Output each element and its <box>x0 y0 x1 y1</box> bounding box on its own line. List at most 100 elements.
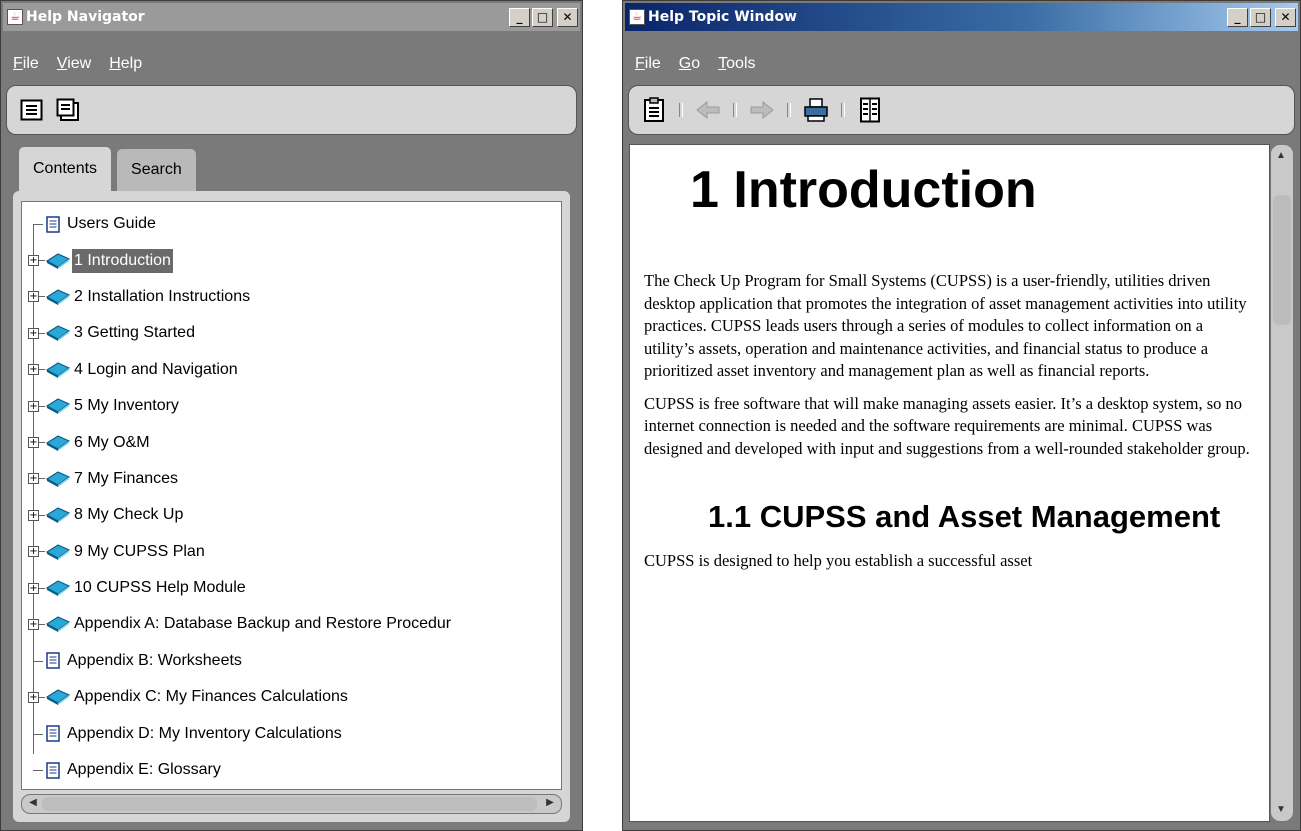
expand-node-icon[interactable]: + <box>28 364 39 376</box>
tree-item[interactable]: Appendix B: Worksheets <box>22 643 561 679</box>
tree-item[interactable]: Appendix D: My Inventory Calculations <box>22 715 561 751</box>
tree-item[interactable]: +5 My Inventory <box>22 388 561 424</box>
tree-item[interactable]: +1 Introduction <box>22 242 561 278</box>
tree-item[interactable]: + Appendix C: My Finances Calculations <box>22 679 561 715</box>
tree-item-label: 4 Login and Navigation <box>74 360 238 378</box>
maximize-button[interactable]: □ <box>1250 7 1271 27</box>
tree-item-label: 7 My Finances <box>74 469 179 487</box>
tree-connector <box>33 770 43 772</box>
tree-connector <box>33 660 43 662</box>
tree-item-label: Users Guide <box>67 215 156 233</box>
tree-item-label: 8 My Check Up <box>74 506 184 524</box>
tree-item-label: Appendix E: Glossary <box>67 761 221 779</box>
tree-item-label: Appendix B: Worksheets <box>67 651 242 669</box>
scroll-right-icon[interactable]: ▶ <box>542 796 558 810</box>
expand-node-icon[interactable]: + <box>28 327 39 339</box>
navigator-menubar: File View Help <box>3 51 580 77</box>
tree-item-label: 9 My CUPSS Plan <box>74 542 205 560</box>
book-icon <box>45 361 71 379</box>
navigator-toolbar <box>6 85 577 135</box>
menu-go[interactable]: Go <box>679 55 700 73</box>
tree-connector <box>33 733 43 735</box>
help-topic-window: ☕ Help Topic Window _ □ ✕ File Go Tools <box>622 0 1301 831</box>
topic-content: 1 Introduction The Check Up Program for … <box>629 144 1270 822</box>
horizontal-scroll-thumb[interactable] <box>42 797 537 811</box>
page-setup-icon[interactable] <box>857 97 883 123</box>
java-app-icon: ☕ <box>7 9 23 25</box>
back-arrow-icon[interactable] <box>695 97 721 123</box>
show-navigator-icon[interactable] <box>641 97 667 123</box>
hide-navigator-icon[interactable] <box>19 97 45 123</box>
tree-item[interactable]: +6 My O&M <box>22 424 561 460</box>
expand-node-icon[interactable]: + <box>28 255 39 267</box>
tree-item[interactable]: +7 My Finances <box>22 461 561 497</box>
expand-node-icon[interactable]: + <box>28 473 39 485</box>
book-icon <box>45 506 71 524</box>
menu-file[interactable]: File <box>635 55 661 73</box>
book-icon <box>45 397 71 415</box>
book-icon <box>45 324 71 342</box>
tree-item-label: 6 My O&M <box>74 433 150 451</box>
toolbar-separator <box>679 103 683 117</box>
book-icon <box>45 252 71 270</box>
menu-tools[interactable]: Tools <box>718 55 755 73</box>
expand-node-icon[interactable]: + <box>28 618 39 630</box>
toolbar-separator <box>841 103 845 117</box>
tree-item-label: 5 My Inventory <box>74 397 179 415</box>
close-button[interactable]: ✕ <box>557 7 578 27</box>
tree-item[interactable]: +9 My CUPSS Plan <box>22 534 561 570</box>
print-icon[interactable] <box>803 97 829 123</box>
page-icon <box>46 652 60 670</box>
maximize-button[interactable]: □ <box>532 7 553 27</box>
tree-item[interactable]: +4 Login and Navigation <box>22 352 561 388</box>
navigator-title: Help Navigator <box>26 9 145 25</box>
tree-connector <box>33 224 43 226</box>
tree-item[interactable]: +3 Getting Started <box>22 315 561 351</box>
page-icon <box>46 761 60 779</box>
tab-contents[interactable]: Contents <box>19 147 112 191</box>
book-icon <box>45 470 71 488</box>
expand-node-icon[interactable]: + <box>28 291 39 303</box>
tree-item[interactable]: +8 My Check Up <box>22 497 561 533</box>
tree-item[interactable]: + Appendix A: Database Backup and Restore… <box>22 606 561 642</box>
tree-item[interactable]: +10 CUPSS Help Module <box>22 570 561 606</box>
tree-item[interactable]: Users Guide <box>22 206 561 242</box>
forward-arrow-icon[interactable] <box>749 97 775 123</box>
expand-node-icon[interactable]: + <box>28 691 39 703</box>
book-icon <box>45 288 71 306</box>
topic-title: Help Topic Window <box>648 9 797 25</box>
scroll-down-icon[interactable]: ▼ <box>1273 802 1289 818</box>
navigator-titlebar[interactable]: ☕ Help Navigator _ □ ✕ <box>3 3 580 31</box>
show-topic-window-icon[interactable] <box>55 97 81 123</box>
expand-node-icon[interactable]: + <box>28 437 39 449</box>
topic-paragraph: CUPSS is free software that will make ma… <box>644 393 1250 458</box>
tab-search[interactable]: Search <box>117 149 196 191</box>
topic-toolbar <box>628 85 1295 135</box>
topic-menubar: File Go Tools <box>625 51 1298 77</box>
scroll-left-icon[interactable]: ◀ <box>25 796 41 810</box>
contents-panel: Users Guide +1 Introduction +2 Installatio… <box>13 191 570 822</box>
java-app-icon: ☕ <box>629 9 645 25</box>
tree-item-label: 10 CUPSS Help Module <box>74 579 246 597</box>
book-icon <box>45 615 71 633</box>
expand-node-icon[interactable]: + <box>28 400 39 412</box>
navigator-tabs: Contents Search <box>19 147 196 191</box>
expand-node-icon[interactable]: + <box>28 582 39 594</box>
minimize-button[interactable]: _ <box>1227 7 1248 27</box>
menu-file[interactable]: File <box>13 55 39 73</box>
menu-view[interactable]: View <box>57 55 91 73</box>
book-icon <box>45 543 71 561</box>
topic-titlebar[interactable]: ☕ Help Topic Window _ □ ✕ <box>625 3 1298 31</box>
vertical-scroll-thumb[interactable] <box>1273 195 1291 325</box>
horizontal-scrollbar[interactable]: ◀ ▶ <box>21 794 562 814</box>
scroll-up-icon[interactable]: ▲ <box>1273 148 1289 164</box>
tree-item[interactable]: +2 Installation Instructions <box>22 279 561 315</box>
expand-node-icon[interactable]: + <box>28 509 39 521</box>
tree-item[interactable]: Appendix E: Glossary <box>22 752 561 788</box>
close-button[interactable]: ✕ <box>1275 7 1296 27</box>
vertical-scrollbar[interactable]: ▲ ▼ <box>1270 144 1294 822</box>
minimize-button[interactable]: _ <box>509 7 530 27</box>
expand-node-icon[interactable]: + <box>28 546 39 558</box>
menu-help[interactable]: Help <box>109 55 142 73</box>
tree-item-label: Appendix A: Database Backup and Restore … <box>74 615 452 633</box>
